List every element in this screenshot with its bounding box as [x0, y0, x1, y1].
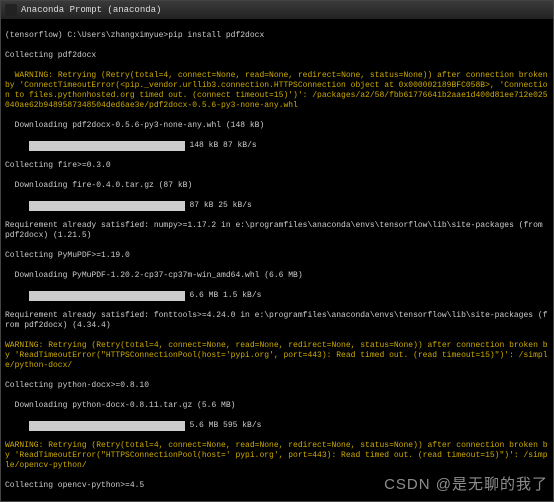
output-line: Downloading PyMuPDF-1.20.2-cp37-cp37m-wi… — [5, 271, 549, 281]
output-line: Downloading pdf2docx-0.5.6-py3-none-any.… — [5, 121, 549, 131]
terminal-window: Anaconda Prompt (anaconda) (tensorflow) … — [0, 0, 554, 502]
output-line: Collecting fire>=0.3.0 — [5, 161, 549, 171]
output-line: Collecting pdf2docx — [5, 51, 549, 61]
output-line: Collecting python-docx>=0.8.10 — [5, 381, 549, 391]
progress-fill — [29, 201, 185, 211]
prompt-line: (tensorflow) C:\Users\zhangximyue>pip in… — [5, 31, 549, 41]
progress-bar: 6.6 MB 1.5 kB/s — [5, 291, 549, 301]
titlebar[interactable]: Anaconda Prompt (anaconda) — [1, 1, 553, 19]
progress-bar: 87 kB 25 kB/s — [5, 201, 549, 211]
progress-bar: 5.6 MB 595 kB/s — [5, 421, 549, 431]
progress-fill — [29, 141, 185, 151]
output-line: Requirement already satisfied: fonttools… — [5, 311, 549, 331]
warning-line: WARNING: Retrying (Retry(total=4, connec… — [5, 71, 549, 111]
progress-bar: |████████████████████████████████| 148 k… — [5, 141, 549, 151]
terminal-output[interactable]: (tensorflow) C:\Users\zhangximyue>pip in… — [1, 19, 553, 501]
output-line: Requirement already satisfied: numpy>=1.… — [5, 221, 549, 241]
output-line: Collecting opencv-python>=4.5 — [5, 481, 549, 491]
output-line: Collecting PyMuPDF>=1.19.0 — [5, 251, 549, 261]
output-line: Downloading fire-0.4.0.tar.gz (87 kB) — [5, 181, 549, 191]
progress-fill — [29, 291, 185, 301]
app-icon — [5, 4, 17, 16]
warning-line: WARNING: Retrying (Retry(total=4, connec… — [5, 441, 549, 471]
output-line: Downloading python-docx-0.8.11.tar.gz (5… — [5, 401, 549, 411]
title-text: Anaconda Prompt (anaconda) — [21, 5, 161, 15]
progress-fill — [29, 421, 185, 431]
warning-line: WARNING: Retrying (Retry(total=4, connec… — [5, 341, 549, 371]
